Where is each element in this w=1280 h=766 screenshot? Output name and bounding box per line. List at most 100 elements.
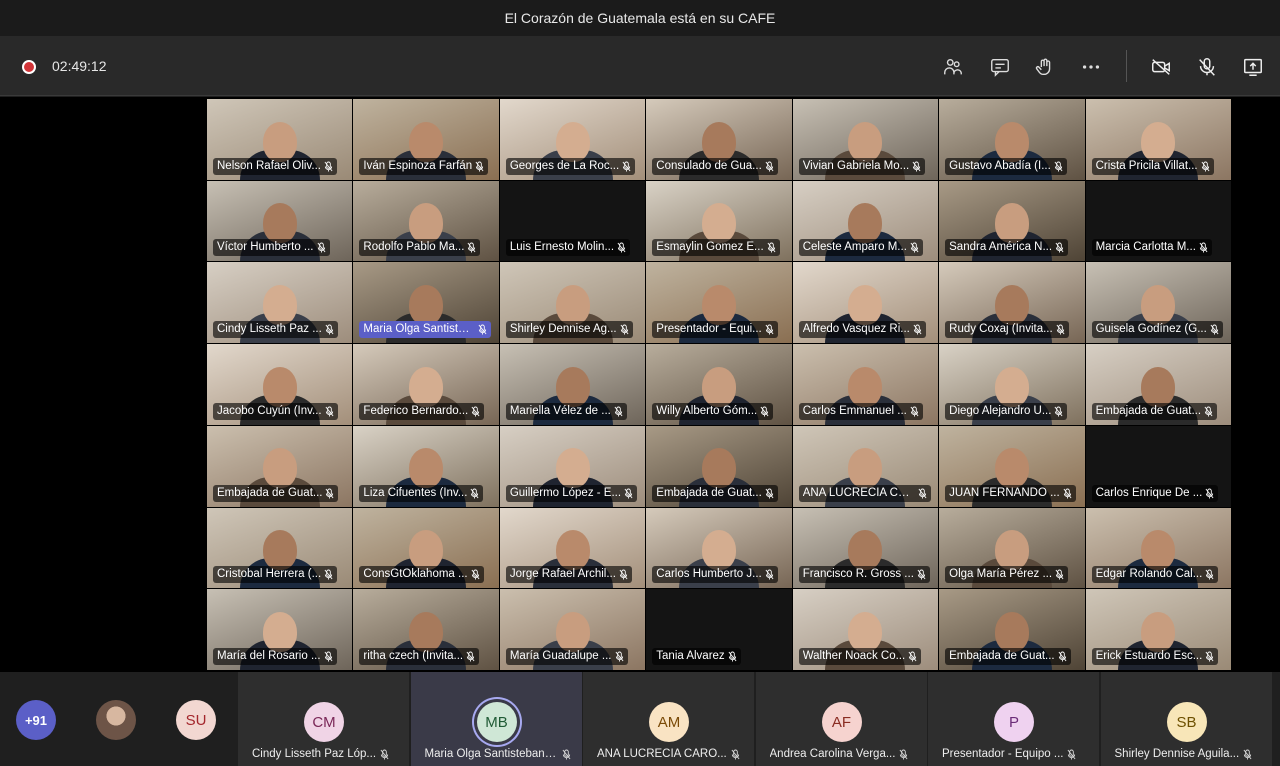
participant-name: Marcia Carlotta M... xyxy=(1095,241,1196,254)
avatar[interactable]: SU xyxy=(176,700,216,740)
participant-name-row: Maria Olga Santisteban Bl... xyxy=(425,748,571,760)
tile-name-label: Embajada de Guat... xyxy=(652,484,778,502)
mic-muted-icon xyxy=(326,488,334,498)
video-tile[interactable]: Gustavo Abadía (I... xyxy=(939,99,1086,181)
video-tile[interactable]: ANA LUCRECIA CA... xyxy=(792,425,940,508)
video-tile[interactable]: Erick Estuardo Esc... xyxy=(1085,589,1232,671)
video-tile[interactable]: Carlos Emmanuel ... xyxy=(792,344,940,426)
video-tile[interactable]: Edgar Rolando Cal... xyxy=(1085,507,1232,590)
video-tile[interactable]: ritha czech (Invita... xyxy=(353,589,500,671)
video-tile[interactable]: Embajada de Guat... xyxy=(207,425,354,508)
participant-name: Vivian Gabriela Mo... xyxy=(802,159,910,172)
avatar: AF xyxy=(821,702,862,742)
participant-tile[interactable]: SB Shirley Dennise Aguila... xyxy=(1100,672,1273,766)
tile-name-label: Guisela Godínez (G... xyxy=(1091,321,1223,339)
video-tile[interactable]: Jacobo Cuyún (Inv... xyxy=(207,344,354,426)
mic-muted-icon xyxy=(728,651,737,662)
video-tile[interactable]: Rudy Coxaj (Invita... xyxy=(939,262,1086,345)
participant-tile[interactable]: CM Cindy Lisseth Paz Lóp... xyxy=(238,672,410,766)
video-tile[interactable]: Willy Alberto Góm... xyxy=(646,344,793,426)
chat-icon[interactable] xyxy=(985,52,1015,82)
participant-name: Cindy Lisseth Paz ... xyxy=(217,323,322,336)
avatar[interactable] xyxy=(96,700,136,740)
video-tile[interactable]: Maria Olga Santisteb... xyxy=(353,262,500,345)
mic-muted-icon xyxy=(1205,569,1214,580)
more-participants-button[interactable]: +91 xyxy=(16,700,56,740)
video-tile[interactable]: Carlos Humberto J... xyxy=(646,507,793,590)
participant-face xyxy=(409,530,444,571)
video-tile[interactable]: Liza Cifuentes (Inv... xyxy=(353,425,500,508)
share-screen-icon[interactable] xyxy=(1238,52,1268,82)
mic-muted-icon xyxy=(1054,161,1063,172)
video-tile[interactable]: Tania Alvarez xyxy=(646,589,793,671)
video-tile[interactable]: Víctor Humberto ... xyxy=(207,180,354,263)
video-tile[interactable]: Embajada de Guat... xyxy=(646,425,793,508)
video-tile[interactable]: Embajada de Guat... xyxy=(1085,344,1232,426)
video-tile[interactable]: Sandra América N... xyxy=(939,180,1086,263)
video-tile[interactable]: Celeste Amparo M... xyxy=(792,180,940,263)
participants-icon[interactable] xyxy=(938,52,968,82)
participant-tile[interactable]: P Presentador - Equipo ... xyxy=(928,672,1100,766)
tile-name-label: Carlos Humberto J... xyxy=(652,566,778,584)
video-tile[interactable]: Carlos Enrique De ... xyxy=(1085,425,1232,508)
video-tile[interactable]: Georges de La Roc... xyxy=(499,99,647,181)
video-tile[interactable]: Cristobal Herrera (... xyxy=(207,507,354,590)
participant-tile[interactable]: MB Maria Olga Santisteban Bl... xyxy=(410,672,583,766)
participant-face xyxy=(701,203,736,244)
reactions-icon[interactable] xyxy=(1030,52,1060,82)
participant-name: Jacobo Cuyún (Inv... xyxy=(217,404,322,417)
video-tile[interactable]: María Guadalupe ... xyxy=(499,589,647,671)
video-tile[interactable]: Francisco R. Gross ... xyxy=(792,507,940,590)
video-tile[interactable]: Guillermo López - E... xyxy=(499,425,647,508)
video-tile[interactable]: Diego Alejandro U... xyxy=(939,344,1086,426)
mic-off-icon[interactable] xyxy=(1192,52,1222,82)
video-tile[interactable]: Jorge Rafael Archil... xyxy=(499,507,647,590)
participant-tile[interactable]: AF Andrea Carolina Verga... xyxy=(755,672,928,766)
video-tile[interactable]: Nelson Rafael Oliv... xyxy=(207,99,354,181)
video-tile[interactable]: Federico Bernardo... xyxy=(353,344,500,426)
video-tile[interactable]: ConsGtOklahoma ... xyxy=(353,507,500,590)
mic-muted-icon xyxy=(767,242,776,253)
participant-name: Crista Pricila Villat... xyxy=(1095,159,1198,172)
mic-muted-icon xyxy=(622,161,631,172)
video-tile[interactable]: Alfredo Vasquez Ri... xyxy=(792,262,940,345)
video-tile[interactable]: Esmaylin Gomez E... xyxy=(646,180,793,263)
participant-face xyxy=(555,121,590,162)
participant-name: Francisco R. Gross ... xyxy=(802,568,914,581)
video-tile[interactable]: Mariella Vélez de ... xyxy=(499,344,647,426)
participant-tile[interactable]: AM ANA LUCRECIA CARO... xyxy=(583,672,755,766)
video-tile[interactable]: Marcia Carlotta M... xyxy=(1085,180,1232,263)
video-tile[interactable]: Iván Espinoza Farfán xyxy=(353,99,500,181)
video-tile[interactable]: Consulado de Gua... xyxy=(646,99,793,181)
participant-face xyxy=(262,203,297,244)
video-tile[interactable]: Olga María Pérez ... xyxy=(939,507,1086,590)
camera-off-icon[interactable] xyxy=(1146,52,1176,82)
participant-name: Georges de La Roc... xyxy=(509,159,620,172)
mic-muted-icon xyxy=(324,161,333,172)
mic-muted-icon xyxy=(765,324,774,335)
mic-muted-icon xyxy=(765,488,774,498)
video-tile[interactable]: Shirley Dennise Ag... xyxy=(499,262,647,345)
video-tile[interactable]: Guisela Godínez (G... xyxy=(1085,262,1232,345)
video-tile[interactable]: María del Rosario ... xyxy=(207,589,354,671)
video-tile[interactable]: Walther Noack Co... xyxy=(792,589,940,671)
video-tile[interactable]: Presentador - Equi... xyxy=(646,262,793,345)
participant-name: ANA LUCRECIA CA... xyxy=(802,486,915,499)
participant-face xyxy=(994,611,1029,652)
participant-name: Shirley Dennise Ag... xyxy=(509,323,617,336)
participant-face xyxy=(701,530,736,571)
more-actions-icon[interactable] xyxy=(1076,52,1106,82)
participant-name: Carlos Enrique De ... xyxy=(1095,486,1203,499)
participant-name-row: Cindy Lisseth Paz Lóp... xyxy=(252,748,398,760)
video-tile[interactable]: Luis Ernesto Molin... xyxy=(499,180,647,263)
participant-face xyxy=(994,448,1029,489)
video-tile[interactable]: Embajada de Guat... xyxy=(939,589,1086,671)
video-tile[interactable]: Cindy Lisseth Paz ... xyxy=(207,262,354,345)
participant-name: Sandra América N... xyxy=(949,241,1053,254)
video-tile[interactable]: Crista Pricila Villat... xyxy=(1085,99,1232,181)
video-tile[interactable]: JUAN FERNANDO ... xyxy=(939,425,1086,508)
mic-muted-icon xyxy=(908,651,917,662)
participant-name: Carlos Emmanuel ... xyxy=(802,404,907,417)
video-tile[interactable]: Rodolfo Pablo Ma... xyxy=(353,180,500,263)
video-tile[interactable]: Vivian Gabriela Mo... xyxy=(792,99,940,181)
